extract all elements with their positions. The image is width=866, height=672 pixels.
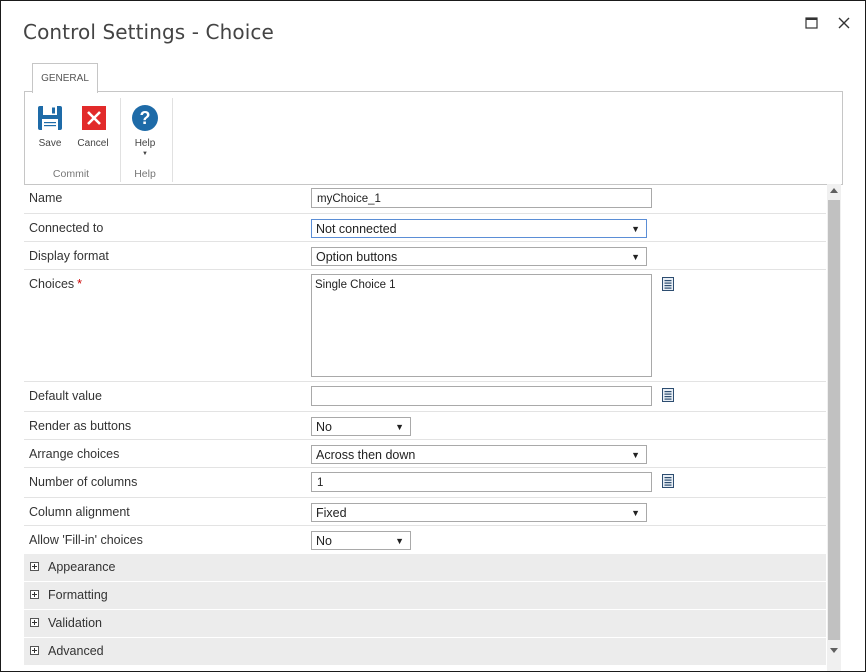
chevron-down-icon: ▼ [631, 450, 640, 460]
chevron-down-icon: ▼ [631, 224, 640, 234]
column-alignment-label: Column alignment [29, 505, 130, 519]
close-icon[interactable] [835, 14, 853, 32]
required-marker: * [77, 277, 83, 291]
lookup-icon[interactable] [661, 474, 675, 488]
allow-fillin-label: Allow 'Fill-in' choices [29, 533, 143, 547]
scrollbar-thumb[interactable] [828, 200, 840, 640]
save-button[interactable]: Save [35, 104, 65, 149]
row-name: Name myChoice_1 [24, 184, 826, 214]
help-label: Help [134, 138, 156, 149]
vertical-scrollbar[interactable] [827, 184, 841, 671]
row-connected-to: Connected to Not connected ▼ [24, 214, 826, 242]
help-dropdown-icon[interactable]: ▼ [129, 151, 161, 157]
render-as-buttons-value: No [316, 420, 332, 434]
help-icon: ? [132, 105, 158, 131]
chevron-down-icon: ▼ [631, 252, 640, 262]
chevron-down-icon: ▼ [395, 536, 404, 546]
choices-label-text: Choices [29, 277, 75, 291]
section-advanced[interactable]: Advanced [24, 638, 826, 666]
help-button[interactable]: ? Help ▼ [129, 104, 161, 157]
arrange-choices-label: Arrange choices [29, 447, 120, 461]
render-as-buttons-select[interactable]: No ▼ [311, 417, 411, 436]
expand-icon [30, 562, 39, 571]
arrange-choices-select[interactable]: Across then down ▼ [311, 445, 647, 464]
allow-fillin-value: No [316, 534, 332, 548]
section-validation[interactable]: Validation [24, 610, 826, 638]
svg-text:?: ? [140, 108, 151, 128]
maximize-icon[interactable] [803, 14, 821, 32]
section-label: Formatting [48, 588, 108, 602]
control-settings-dialog: Control Settings - Choice GENERAL Save C… [0, 0, 866, 672]
connected-to-label: Connected to [29, 221, 104, 235]
row-column-alignment: Column alignment Fixed ▼ [24, 498, 826, 526]
lookup-icon[interactable] [661, 277, 675, 291]
name-label: Name [29, 191, 63, 205]
expand-icon [30, 618, 39, 627]
group-label-help: Help [134, 168, 156, 180]
section-appearance[interactable]: Appearance [24, 554, 826, 582]
allow-fillin-select[interactable]: No ▼ [311, 531, 411, 550]
row-choices: Choices * Single Choice 1 [24, 270, 826, 382]
row-render-as-buttons: Render as buttons No ▼ [24, 412, 826, 440]
row-default-value: Default value [24, 382, 826, 412]
row-number-of-columns: Number of columns 1 [24, 468, 826, 498]
expand-icon [30, 646, 39, 655]
choices-label: Choices * [29, 277, 82, 291]
display-format-select[interactable]: Option buttons ▼ [311, 247, 647, 266]
ribbon: Save Cancel Commit ? Help ▼ Help [24, 91, 843, 185]
section-label: Advanced [48, 644, 104, 658]
lookup-icon[interactable] [661, 388, 675, 402]
connected-to-select[interactable]: Not connected ▼ [311, 219, 647, 238]
section-label: Validation [48, 616, 102, 630]
tab-general[interactable]: GENERAL [32, 63, 98, 93]
row-arrange-choices: Arrange choices Across then down ▼ [24, 440, 826, 468]
cancel-label: Cancel [77, 138, 109, 149]
column-alignment-value: Fixed [316, 506, 347, 520]
arrange-choices-value: Across then down [316, 448, 416, 462]
cancel-button[interactable]: Cancel [76, 104, 110, 149]
group-label-commit: Commit [52, 168, 90, 180]
number-of-columns-input[interactable]: 1 [311, 472, 652, 492]
display-format-value: Option buttons [316, 250, 398, 264]
number-of-columns-label: Number of columns [29, 475, 138, 489]
name-input[interactable]: myChoice_1 [311, 188, 652, 208]
dialog-title: Control Settings - Choice [23, 20, 274, 44]
expand-icon [30, 590, 39, 599]
render-as-buttons-label: Render as buttons [29, 419, 132, 433]
cancel-icon [82, 106, 106, 130]
chevron-down-icon: ▼ [631, 508, 640, 518]
row-allow-fillin: Allow 'Fill-in' choices No ▼ [24, 526, 826, 553]
default-value-input[interactable] [311, 386, 652, 406]
scroll-down-icon[interactable] [830, 648, 838, 653]
section-label: Appearance [48, 560, 116, 574]
chevron-down-icon: ▼ [395, 422, 404, 432]
connected-to-value: Not connected [316, 222, 397, 236]
group-divider [120, 98, 121, 182]
scroll-up-icon[interactable] [830, 188, 838, 193]
column-alignment-select[interactable]: Fixed ▼ [311, 503, 647, 522]
row-display-format: Display format Option buttons ▼ [24, 242, 826, 270]
save-icon [38, 106, 62, 130]
group-divider [172, 98, 173, 182]
default-value-label: Default value [29, 389, 102, 403]
save-label: Save [38, 138, 62, 149]
display-format-label: Display format [29, 249, 109, 263]
choices-textarea[interactable]: Single Choice 1 [311, 274, 652, 377]
section-formatting[interactable]: Formatting [24, 582, 826, 610]
settings-form: Name myChoice_1 Connected to Not connect… [24, 184, 826, 671]
